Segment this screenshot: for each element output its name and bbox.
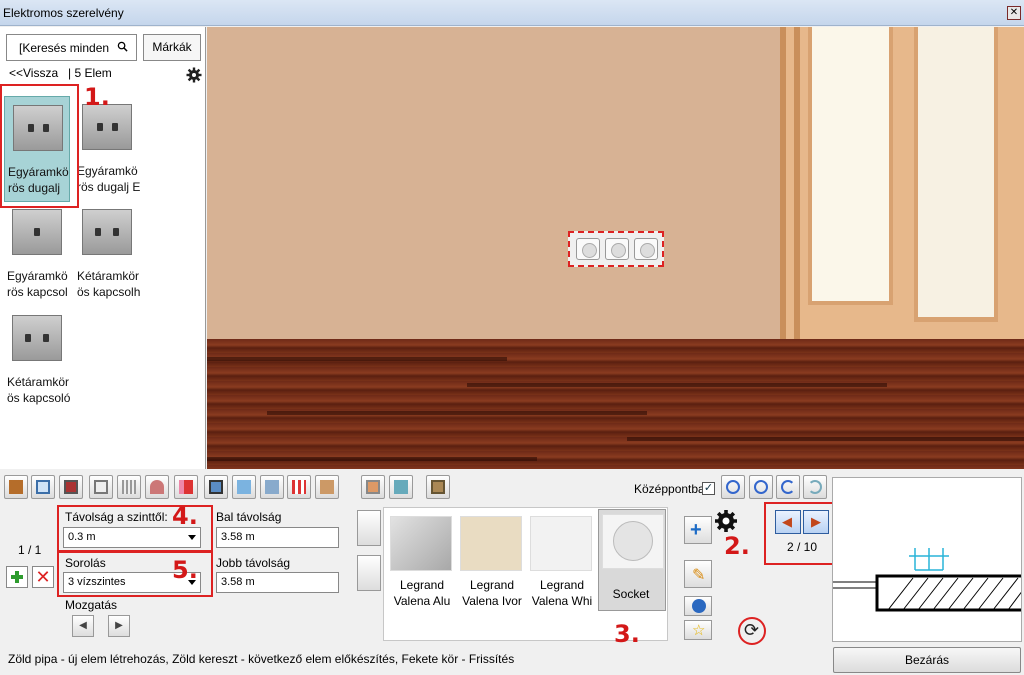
search-input[interactable]: [Keresés minden	[6, 34, 137, 61]
settings-icon[interactable]	[714, 509, 738, 533]
next-variant-icon[interactable]: ▶	[803, 510, 829, 534]
settings-gear-icon[interactable]	[186, 67, 202, 83]
variant-page: 2 / 10	[786, 540, 818, 554]
gallery-item-label: Valena Whi	[531, 594, 593, 608]
gallery-item-label: Legrand	[539, 578, 585, 592]
close-window-icon[interactable]: ✕	[1007, 6, 1021, 20]
item-label: Kétáramkör	[7, 375, 70, 389]
plan-preview	[832, 477, 1022, 642]
back-link[interactable]: <<Vissza	[9, 66, 58, 80]
switch-thumbnail	[12, 315, 62, 361]
gallery-item-label: Legrand	[399, 578, 445, 592]
step-1-highlight	[0, 84, 79, 208]
room-icon[interactable]	[59, 475, 83, 499]
item-label: rös dugalj E	[77, 180, 141, 194]
step-5-label: 5.	[172, 556, 198, 584]
window-title: Elektromos szerelvény	[3, 6, 124, 20]
item-label: ös kapcsoló	[7, 391, 71, 405]
cabinet-icon[interactable]	[89, 475, 113, 499]
window-icon[interactable]	[31, 475, 55, 499]
status-text: Zöld pipa - új elem létrehozás, Zöld ker…	[8, 652, 515, 666]
lamp-icon[interactable]	[145, 475, 169, 499]
socket-icon[interactable]	[174, 475, 198, 499]
swatch	[530, 516, 592, 571]
gallery-item-label: Socket	[612, 587, 650, 601]
gallery-item-label: Valena Alu	[393, 594, 451, 608]
step-3-label: 3.	[614, 620, 640, 648]
radiator-icon[interactable]	[117, 475, 141, 499]
search-icon[interactable]	[117, 41, 128, 52]
item-label: ös kapcsolh	[77, 285, 141, 299]
floor-tile-icon[interactable]	[389, 475, 413, 499]
right-distance-value: 3.58 m	[221, 576, 255, 588]
next-element-button[interactable]: ✕	[32, 566, 54, 588]
swatch	[460, 516, 522, 571]
library-item[interactable]: Kétáramkör ös kapcsoló	[4, 307, 70, 407]
switch-thumbnail	[82, 209, 132, 255]
previous-variant-icon[interactable]: ◀	[775, 510, 801, 534]
step-2-label: 2.	[724, 532, 750, 560]
center-label: Középpontba	[634, 482, 705, 496]
refresh-icon[interactable]	[738, 617, 766, 645]
item-label: Egyáramkö	[7, 269, 68, 283]
library-panel: [Keresés minden Márkák <<Vissza | 5 Elem…	[0, 27, 206, 469]
library-item[interactable]: Kétáramkör ös kapcsolh	[74, 201, 140, 301]
left-distance-value: 3.58 m	[221, 531, 255, 543]
globe-icon[interactable]	[684, 596, 712, 616]
gallery-item-label: Legrand	[469, 578, 515, 592]
undo-icon[interactable]	[776, 475, 800, 499]
item-label: Kétáramkör	[77, 269, 140, 283]
move-left-button[interactable]: ◀	[72, 615, 94, 637]
search-placeholder: [Keresés minden	[19, 41, 110, 55]
close-button[interactable]: Bezárás	[833, 647, 1021, 673]
pager: 1 / 1	[18, 543, 42, 557]
step-1-label: 1.	[84, 83, 110, 111]
place-in-room-button[interactable]	[357, 555, 381, 591]
gallery-item-label: Valena Ivor	[462, 594, 522, 608]
picture-icon[interactable]	[204, 475, 228, 499]
move-right-button[interactable]: ▶	[108, 615, 130, 637]
move-label: Mozgatás	[65, 598, 118, 612]
gallery-item[interactable]: Socket	[598, 509, 666, 611]
brick-icon[interactable]	[315, 475, 339, 499]
title-bar: Elektromos szerelvény ✕	[0, 0, 1024, 26]
library-item[interactable]: Egyáramkö rös dugalj E	[74, 96, 140, 202]
left-distance-label: Bal távolság	[216, 510, 282, 524]
item-count: | 5 Elem	[68, 66, 112, 80]
item-label: Egyáramkö	[77, 164, 138, 178]
pencil-icon[interactable]: ✎	[684, 560, 712, 588]
wall-icon[interactable]	[260, 475, 284, 499]
variant-navigation: ◀ ▶ 2 / 10	[764, 502, 840, 565]
step-4-label: 4.	[172, 502, 198, 530]
add-element-button[interactable]	[6, 566, 28, 588]
switch-thumbnail	[12, 209, 62, 255]
redo-icon[interactable]	[803, 475, 827, 499]
center-checkbox[interactable]: ✓	[702, 482, 715, 495]
swatch	[390, 516, 452, 571]
plan-drawing	[833, 548, 1021, 612]
add-new-icon[interactable]: +	[684, 516, 712, 544]
right-distance-label: Jobb távolság	[216, 556, 291, 570]
floor-icon[interactable]	[232, 475, 256, 499]
left-distance-field[interactable]: 3.58 m	[216, 527, 339, 548]
door	[780, 27, 1024, 339]
right-distance-field[interactable]: 3.58 m	[216, 572, 339, 593]
zoom-in-icon[interactable]	[721, 475, 745, 499]
awning-icon[interactable]	[287, 475, 311, 499]
3d-viewport[interactable]	[207, 27, 1024, 469]
socket-swatch	[602, 514, 664, 569]
wooden-floor	[207, 339, 1024, 469]
placed-socket-group[interactable]	[568, 231, 664, 267]
wardrobe-icon[interactable]	[426, 475, 450, 499]
wall-tile-icon[interactable]	[361, 475, 385, 499]
zoom-out-icon[interactable]	[749, 475, 773, 499]
star-icon[interactable]: ☆	[684, 620, 712, 640]
library-item[interactable]: Egyáramkö rös kapcsol	[4, 201, 70, 301]
brands-button[interactable]: Márkák	[143, 34, 201, 61]
place-on-wall-button[interactable]	[357, 510, 381, 546]
door-icon[interactable]	[4, 475, 28, 499]
item-label: rös kapcsol	[7, 285, 68, 299]
